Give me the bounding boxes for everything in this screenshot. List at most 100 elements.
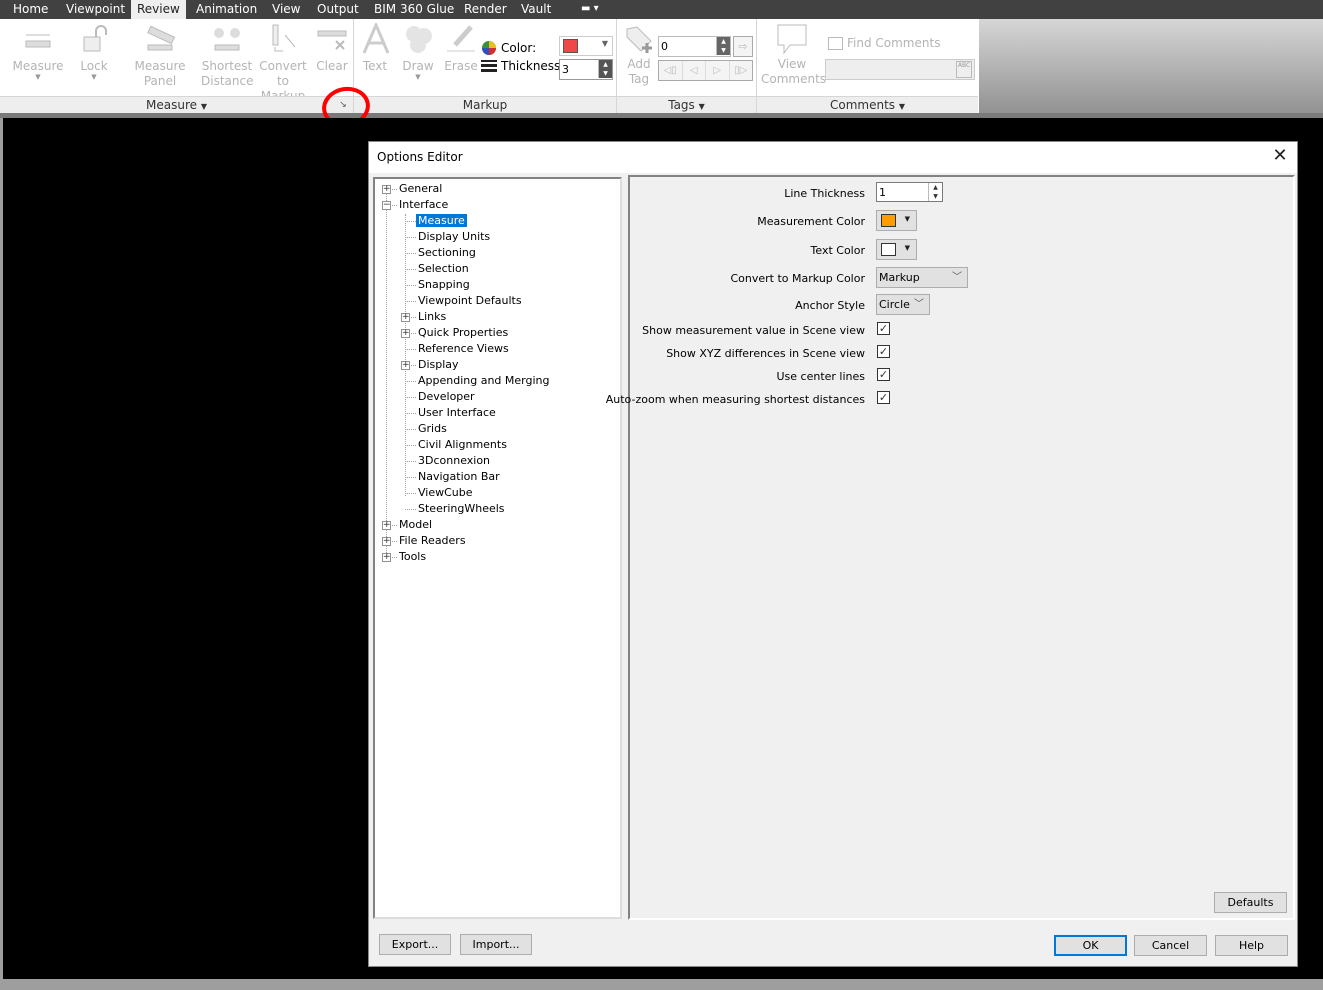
import-button[interactable]: Import... bbox=[460, 934, 532, 955]
expand-icon[interactable]: + bbox=[382, 185, 391, 194]
close-icon[interactable]: ✕ bbox=[1271, 147, 1289, 165]
draw-button[interactable]: Draw ▼ bbox=[400, 23, 436, 81]
markup-thickness-spinner[interactable]: ▲▼ bbox=[559, 59, 613, 80]
goto-tag-icon[interactable]: ⇨ bbox=[733, 36, 753, 57]
convert-to-markup-button[interactable]: Convert to Markup bbox=[254, 23, 312, 104]
text-color-picker[interactable]: ▼ bbox=[876, 239, 917, 260]
tab-review[interactable]: Review bbox=[131, 0, 186, 19]
find-comments-input[interactable]: ABC bbox=[825, 59, 975, 80]
markup-thickness-input[interactable] bbox=[560, 60, 598, 78]
ok-button[interactable]: OK bbox=[1054, 935, 1127, 956]
cancel-button[interactable]: Cancel bbox=[1134, 935, 1207, 956]
measure-panel-title[interactable]: Measure ▼ bbox=[0, 96, 353, 113]
spinner-arrows-icon[interactable]: ▲ ▼ bbox=[598, 60, 612, 78]
expand-icon[interactable]: + bbox=[401, 313, 410, 322]
tree-item-selection[interactable]: Selection bbox=[416, 262, 471, 276]
collapse-icon[interactable]: − bbox=[382, 201, 391, 210]
first-tag-icon[interactable]: ◁▯ bbox=[659, 61, 683, 80]
tab-vault[interactable]: Vault bbox=[515, 0, 557, 19]
markup-color-picker[interactable]: ▼ bbox=[559, 36, 613, 56]
tree-item-model[interactable]: Model bbox=[397, 518, 434, 532]
next-tag-icon[interactable]: ▷ bbox=[706, 61, 730, 80]
tree-item-appending-and-merging[interactable]: Appending and Merging bbox=[416, 374, 552, 388]
eraser-icon bbox=[447, 25, 475, 52]
tree-item-display[interactable]: Display bbox=[416, 358, 461, 372]
show-xyz-differences-label: Show XYZ differences in Scene view bbox=[666, 347, 865, 360]
erase-button[interactable]: Erase bbox=[444, 23, 478, 74]
tab-view[interactable]: View bbox=[266, 0, 306, 19]
tree-item-interface[interactable]: Interface bbox=[397, 198, 450, 212]
spell-check-icon[interactable]: ABC bbox=[956, 61, 972, 78]
tab-viewpoint[interactable]: Viewpoint bbox=[60, 0, 131, 19]
expand-icon[interactable]: + bbox=[401, 329, 410, 338]
lock-button[interactable]: Lock ▼ bbox=[74, 23, 114, 81]
find-comments-button[interactable]: Find Comments bbox=[828, 36, 940, 50]
show-measurement-value-checkbox[interactable]: ✓ bbox=[877, 322, 890, 335]
comments-panel-title[interactable]: Comments ▼ bbox=[757, 96, 978, 113]
ribbon-display-options-icon[interactable]: ▬ ▾ bbox=[575, 0, 605, 19]
tree-connector bbox=[405, 397, 416, 398]
convert-markup-color-select[interactable]: Markup ﹀ bbox=[876, 267, 968, 288]
expand-icon[interactable]: + bbox=[382, 521, 391, 530]
tree-item-developer[interactable]: Developer bbox=[416, 390, 477, 404]
measure-button[interactable]: Measure ▼ bbox=[10, 23, 66, 81]
tree-item-3dconnexion[interactable]: 3Dconnexion bbox=[416, 454, 492, 468]
expand-icon[interactable]: + bbox=[401, 361, 410, 370]
last-tag-icon[interactable]: ▯▷ bbox=[730, 61, 753, 80]
chevron-down-icon: ﹀ bbox=[914, 299, 924, 310]
tree-item-grids[interactable]: Grids bbox=[416, 422, 449, 436]
tree-item-general[interactable]: General bbox=[397, 182, 444, 196]
tag-id-spinner[interactable]: ▲▼ bbox=[658, 36, 731, 57]
tree-item-civil-alignments[interactable]: Civil Alignments bbox=[416, 438, 509, 452]
auto-zoom-label: Auto-zoom when measuring shortest distan… bbox=[605, 393, 865, 406]
help-button[interactable]: Help bbox=[1215, 935, 1288, 956]
tree-item-tools[interactable]: Tools bbox=[397, 550, 428, 564]
tree-item-file-readers[interactable]: File Readers bbox=[397, 534, 468, 548]
tree-item-sectioning[interactable]: Sectioning bbox=[416, 246, 478, 260]
tree-item-user-interface[interactable]: User Interface bbox=[416, 406, 498, 420]
spinner-arrows-icon[interactable]: ▲ ▼ bbox=[716, 37, 730, 55]
tab-output[interactable]: Output bbox=[311, 0, 365, 19]
tree-item-quick-properties[interactable]: Quick Properties bbox=[416, 326, 510, 340]
tab-render[interactable]: Render bbox=[458, 0, 513, 19]
measurement-color-label: Measurement Color bbox=[757, 215, 865, 228]
tree-item-label: Grids bbox=[418, 422, 447, 435]
tab-home[interactable]: Home bbox=[7, 0, 54, 19]
dialog-launcher-icon[interactable]: ↘ bbox=[337, 99, 349, 111]
tree-item-reference-views[interactable]: Reference Views bbox=[416, 342, 511, 356]
tags-panel-title[interactable]: Tags ▼ bbox=[617, 96, 756, 113]
tab-animation[interactable]: Animation bbox=[190, 0, 263, 19]
defaults-button[interactable]: Defaults bbox=[1214, 892, 1287, 913]
measure-panel-button[interactable]: Measure Panel bbox=[119, 23, 201, 89]
anchor-style-select[interactable]: Circle ﹀ bbox=[876, 294, 930, 315]
line-thickness-input[interactable] bbox=[877, 183, 925, 201]
tree-item-snapping[interactable]: Snapping bbox=[416, 278, 472, 292]
auto-zoom-checkbox[interactable]: ✓ bbox=[877, 391, 890, 404]
line-thickness-spinner[interactable]: ▲▼ bbox=[876, 182, 943, 202]
text-button[interactable]: Text bbox=[360, 23, 390, 74]
tree-item-viewcube[interactable]: ViewCube bbox=[416, 486, 475, 500]
tree-item-display-units[interactable]: Display Units bbox=[416, 230, 492, 244]
tag-id-input[interactable] bbox=[659, 37, 714, 55]
use-center-lines-checkbox[interactable]: ✓ bbox=[877, 368, 890, 381]
color-label: Color: bbox=[501, 41, 537, 55]
spinner-arrows-icon[interactable]: ▲ ▼ bbox=[928, 183, 942, 201]
previous-tag-icon[interactable]: ◁ bbox=[683, 61, 706, 80]
tree-item-label: Developer bbox=[418, 390, 475, 403]
tree-item-viewpoint-defaults[interactable]: Viewpoint Defaults bbox=[416, 294, 524, 308]
tree-item-measure[interactable]: Measure bbox=[416, 214, 467, 228]
expand-icon[interactable]: + bbox=[382, 553, 391, 562]
tab-bim360glue[interactable]: BIM 360 Glue bbox=[368, 0, 460, 19]
tree-item-links[interactable]: Links bbox=[416, 310, 448, 324]
tree-item-navigation-bar[interactable]: Navigation Bar bbox=[416, 470, 502, 484]
markup-panel: Text Draw ▼ Erase Color: Thickness: ▼ ▲▼… bbox=[354, 19, 617, 113]
view-comments-button[interactable]: View Comments bbox=[761, 23, 826, 87]
export-button[interactable]: Export... bbox=[379, 934, 451, 955]
show-xyz-differences-checkbox[interactable]: ✓ bbox=[877, 345, 890, 358]
expand-icon[interactable]: + bbox=[382, 537, 391, 546]
measurement-color-picker[interactable]: ▼ bbox=[876, 210, 917, 231]
shortest-distance-button[interactable]: Shortest Distance bbox=[201, 23, 253, 89]
tree-item-steeringwheels[interactable]: SteeringWheels bbox=[416, 502, 507, 516]
clear-button[interactable]: Clear bbox=[314, 23, 350, 74]
add-tag-button[interactable]: Add Tag bbox=[621, 23, 657, 87]
